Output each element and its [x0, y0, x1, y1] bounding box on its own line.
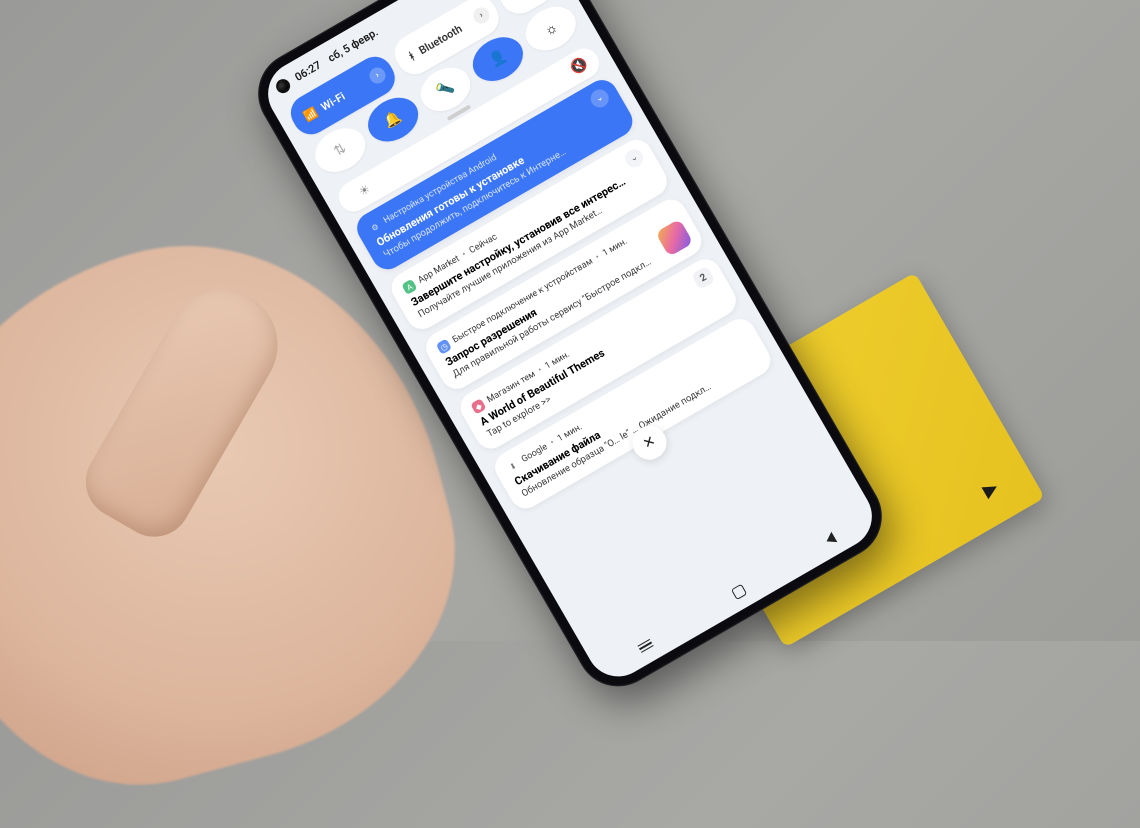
bell-icon: 🔔 — [381, 108, 404, 131]
qs-bluetooth-label: Bluetooth — [416, 22, 464, 57]
close-icon: ✕ — [640, 433, 658, 453]
nav-back[interactable] — [823, 532, 837, 547]
chevron-right-icon[interactable]: › — [367, 65, 389, 87]
chevron-right-icon[interactable]: › — [470, 5, 492, 27]
sun-icon: ☀ — [356, 182, 372, 200]
flashlight-icon: 🔦 — [434, 78, 457, 101]
nav-home[interactable] — [730, 584, 746, 600]
wifi-icon: 📶 — [301, 105, 319, 123]
bluetooth-icon: ᚼ — [405, 49, 417, 64]
nav-recents[interactable] — [637, 639, 653, 653]
mute-icon[interactable]: 🔇 — [568, 55, 591, 78]
qs-wifi-label: Wi-Fi — [319, 89, 348, 113]
arrows-icon: ⇅ — [331, 140, 349, 160]
brightness-icon: ☼ — [541, 18, 561, 39]
person-icon: 👤 — [487, 48, 510, 71]
status-time: 06:27 — [293, 58, 324, 83]
